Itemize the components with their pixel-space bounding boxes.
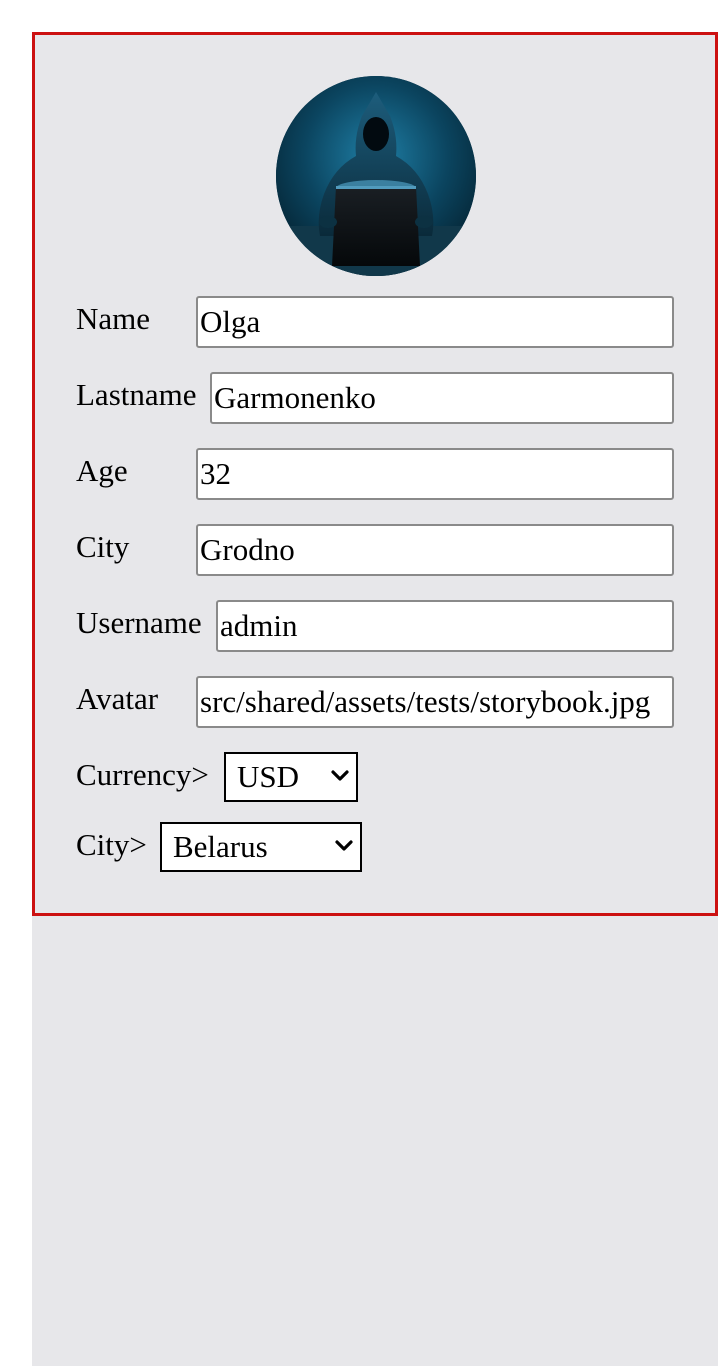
name-input[interactable]: Olga (196, 296, 674, 348)
currency-label: Currency> (76, 757, 209, 792)
avatar-image (276, 76, 476, 276)
avatar-label: Avatar (76, 681, 159, 716)
age-input[interactable]: 32 (196, 448, 674, 500)
country-label: City> (76, 827, 147, 862)
username-input[interactable]: admin (216, 600, 674, 652)
currency-selected-value: USD (237, 759, 300, 794)
country-selected-value: Belarus (173, 829, 268, 864)
username-label: Username (76, 605, 202, 640)
lastname-input[interactable]: Garmonenko (210, 372, 674, 424)
city-input[interactable]: Grodno (196, 524, 674, 576)
chevron-down-icon (335, 840, 353, 851)
age-label: Age (76, 453, 128, 488)
lastname-label: Lastname (76, 377, 197, 412)
avatar-input[interactable]: src/shared/assets/tests/storybook.jpg (196, 676, 674, 728)
currency-select[interactable]: USD (224, 752, 358, 802)
city-label: City (76, 529, 130, 564)
country-select[interactable]: Belarus (160, 822, 362, 872)
profile-card: Name Olga Lastname Garmonenko Age 32 Cit… (32, 32, 718, 916)
name-label: Name (76, 301, 151, 336)
chevron-down-icon (331, 770, 349, 781)
